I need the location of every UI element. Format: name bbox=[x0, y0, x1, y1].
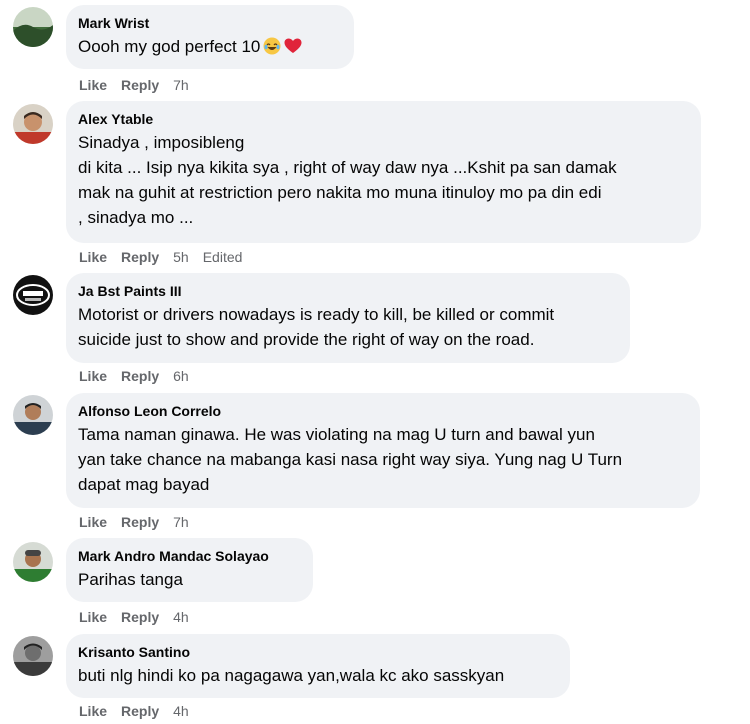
comment-author[interactable]: Alex Ytable bbox=[78, 110, 689, 128]
comment-bubble: Alex Ytable Sinadya , imposibleng di kit… bbox=[66, 101, 701, 243]
reply-button[interactable]: Reply bbox=[121, 513, 159, 531]
red-heart-emoji-icon bbox=[284, 37, 302, 62]
like-button[interactable]: Like bbox=[79, 248, 107, 266]
like-button[interactable]: Like bbox=[79, 513, 107, 531]
avatar[interactable] bbox=[13, 636, 53, 676]
comment-bubble: Mark Andro Mandac Solayao Parihas tanga bbox=[66, 538, 313, 602]
comment-bubble: Ja Bst Paints III Motorist or drivers no… bbox=[66, 273, 630, 363]
laughing-tears-emoji-icon bbox=[263, 37, 281, 62]
comment-text: buti nlg hindi ko pa nagagawa yan,wala k… bbox=[78, 666, 505, 685]
comment-text: Motorist or drivers nowadays is ready to… bbox=[78, 305, 555, 349]
edited-label: Edited bbox=[202, 249, 243, 265]
reply-button[interactable]: Reply bbox=[121, 367, 159, 385]
comment-author[interactable]: Mark Andro Mandac Solayao bbox=[78, 547, 301, 565]
logo-avatar-icon bbox=[13, 275, 53, 315]
avatar[interactable] bbox=[13, 275, 53, 315]
comment-bubble: Alfonso Leon Correlo Tama naman ginawa. … bbox=[66, 393, 700, 508]
comment-time[interactable]: 6h bbox=[173, 367, 189, 385]
comment-time[interactable]: 4h bbox=[173, 608, 189, 626]
comment-time[interactable]: 5h bbox=[173, 248, 189, 266]
comment-actions: Like Reply 4h bbox=[79, 608, 203, 626]
avatar[interactable] bbox=[13, 542, 53, 582]
reply-button[interactable]: Reply bbox=[121, 702, 159, 720]
reply-button[interactable]: Reply bbox=[121, 76, 159, 94]
comment-author[interactable]: Ja Bst Paints III bbox=[78, 282, 618, 300]
comment-time[interactable]: 4h bbox=[173, 702, 189, 720]
landscape-avatar-icon bbox=[13, 7, 53, 47]
avatar[interactable] bbox=[13, 395, 53, 435]
person-avatar-icon bbox=[13, 104, 53, 144]
comment-bubble: Krisanto Santino buti nlg hindi ko pa na… bbox=[66, 634, 570, 698]
like-button[interactable]: Like bbox=[79, 702, 107, 720]
comment-time[interactable]: 7h bbox=[173, 513, 189, 531]
avatar[interactable] bbox=[13, 7, 53, 47]
like-button[interactable]: Like bbox=[79, 76, 107, 94]
comment-actions: Like Reply 7h bbox=[79, 76, 203, 94]
comment-author[interactable]: Krisanto Santino bbox=[78, 643, 558, 661]
comment-author[interactable]: Mark Wrist bbox=[78, 14, 342, 32]
comment-text: Tama naman ginawa. He was violating na m… bbox=[78, 425, 623, 494]
comment-time[interactable]: 7h bbox=[173, 76, 189, 94]
person-avatar-icon bbox=[13, 395, 53, 435]
person-avatar-icon bbox=[13, 636, 53, 676]
comment-actions: Like Reply 4h bbox=[79, 702, 203, 720]
comment-text: Sinadya , imposibleng di kita ... Isip n… bbox=[78, 133, 617, 227]
comment-text: Parihas tanga bbox=[78, 570, 183, 589]
person-avatar-icon bbox=[13, 542, 53, 582]
comment-actions: Like Reply 6h bbox=[79, 367, 203, 385]
comment-actions: Like Reply 7h bbox=[79, 513, 203, 531]
comment-bubble: Mark Wrist Oooh my god perfect 10 bbox=[66, 5, 354, 69]
like-button[interactable]: Like bbox=[79, 367, 107, 385]
reply-button[interactable]: Reply bbox=[121, 608, 159, 626]
comment-text: Oooh my god perfect 10 bbox=[78, 34, 342, 62]
comment-author[interactable]: Alfonso Leon Correlo bbox=[78, 402, 688, 420]
like-button[interactable]: Like bbox=[79, 608, 107, 626]
avatar[interactable] bbox=[13, 104, 53, 144]
comment-actions: Like Reply 5h Edited bbox=[79, 248, 256, 266]
reply-button[interactable]: Reply bbox=[121, 248, 159, 266]
